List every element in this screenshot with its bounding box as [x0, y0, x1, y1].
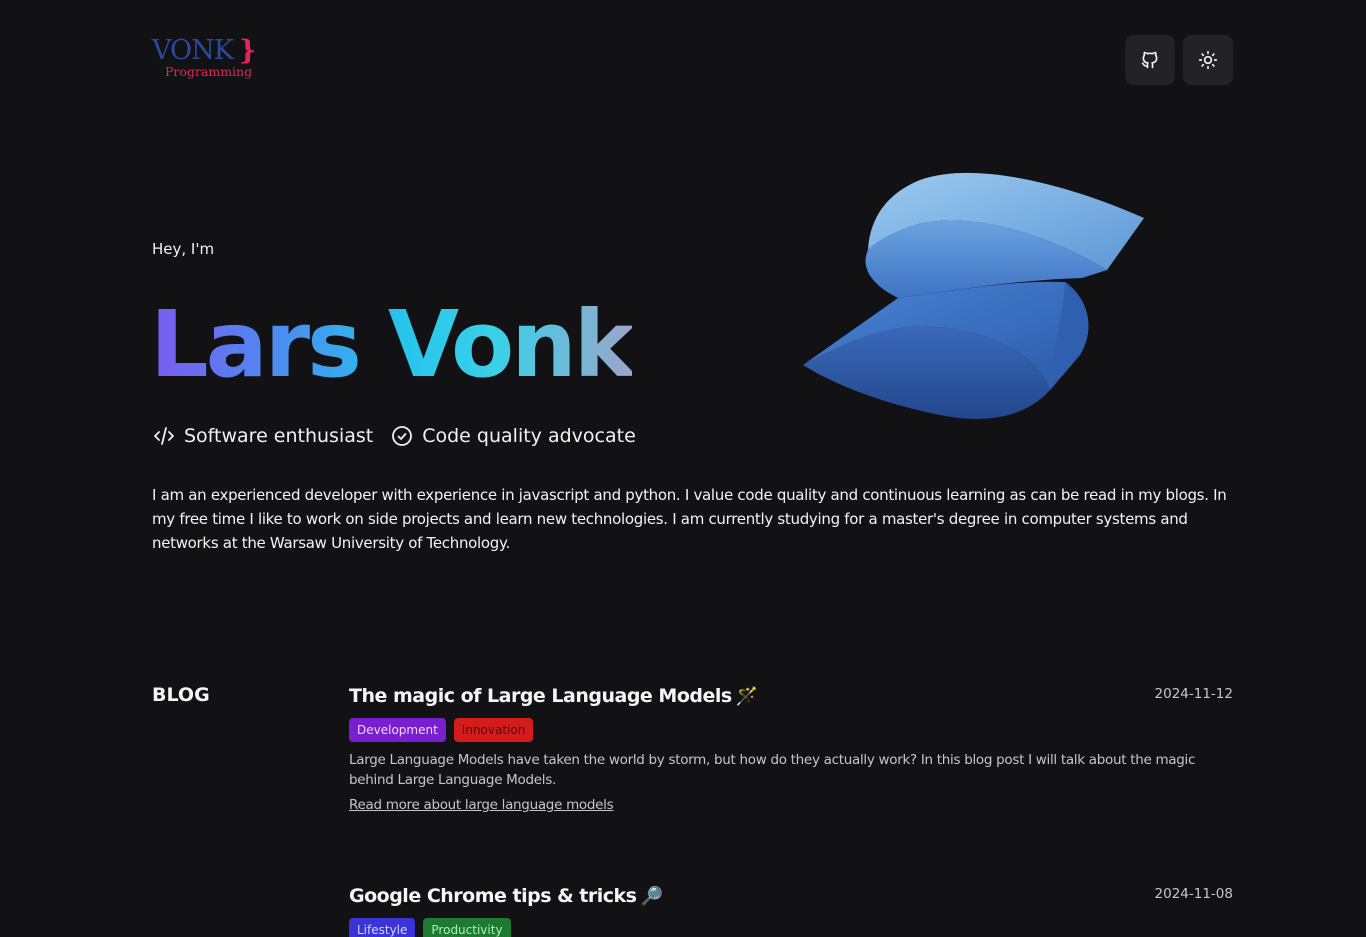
traits-list: Software enthusiast Code quality advocat… [152, 424, 636, 448]
trait-label: Code quality advocate [422, 425, 636, 447]
post-tags: Lifestyle Productivity [349, 918, 1233, 937]
magic-wand-icon: 🪄 [735, 686, 758, 707]
trait-label: Software enthusiast [184, 425, 374, 447]
logo-text: VONK [152, 35, 234, 66]
logo-subtitle: Programming [165, 64, 253, 79]
github-button[interactable] [1125, 35, 1175, 85]
tag-development[interactable]: Development [349, 718, 446, 742]
tag-innovation[interactable]: Innovation [453, 718, 534, 742]
tag-productivity[interactable]: Productivity [423, 918, 511, 937]
theme-toggle-button[interactable] [1183, 35, 1233, 85]
magnifier-icon: 🔎 [640, 886, 663, 907]
sun-icon [1198, 50, 1218, 70]
post-title-text[interactable]: The magic of Large Language Models [349, 685, 732, 707]
hero-name: Lars Vonk [150, 291, 635, 398]
code-icon [154, 427, 174, 445]
trait-code-quality: Code quality advocate [390, 424, 636, 448]
greeting: Hey, I'm [152, 240, 215, 258]
page: VONK } Programming Hey, I'm Lars Vonk So… [0, 0, 1366, 937]
post-description: Large Language Models have taken the wor… [349, 752, 1196, 788]
trait-software-enthusiast: Software enthusiast [152, 424, 373, 448]
blog-post: The magic of Large Language Models 🪄 2024… [349, 683, 1233, 813]
bio-text: I am an experienced developer with exper… [152, 486, 1227, 552]
site-logo[interactable]: VONK } Programming [152, 36, 262, 84]
logo-brace: } [239, 35, 257, 66]
post-date: 2024-11-12 [1154, 686, 1233, 702]
post-date: 2024-11-08 [1154, 886, 1233, 902]
read-more-link[interactable]: Read more about large language models [349, 797, 614, 813]
post-title-text[interactable]: Google Chrome tips & tricks [349, 885, 637, 907]
check-circle-icon [392, 426, 413, 446]
post-title[interactable]: Google Chrome tips & tricks 🔎 [349, 883, 1233, 910]
post-title[interactable]: The magic of Large Language Models 🪄 [349, 683, 1233, 710]
github-icon [1141, 51, 1158, 69]
post-tags: Development Innovation [349, 718, 1233, 742]
tag-lifestyle[interactable]: Lifestyle [349, 918, 416, 937]
blog-heading: BLOG [152, 684, 210, 706]
solidjs-logo [803, 172, 1144, 419]
blog-post: Google Chrome tips & tricks 🔎 2024-11-08 … [349, 883, 1233, 937]
